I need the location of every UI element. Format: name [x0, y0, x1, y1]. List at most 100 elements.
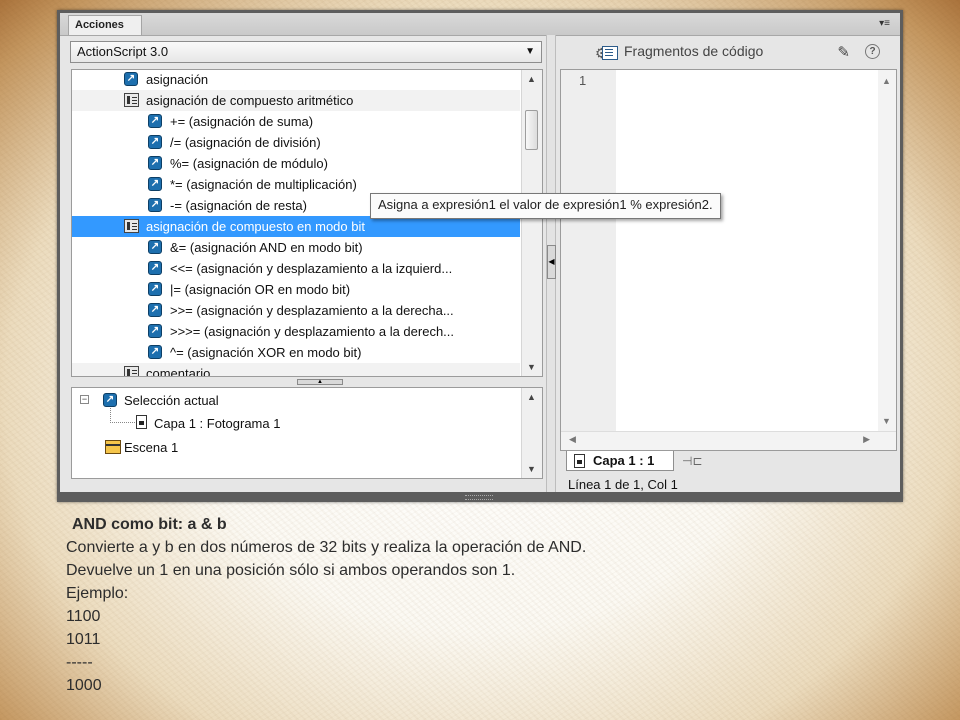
action-icon: ↗	[148, 303, 162, 317]
tree-item[interactable]: ↗ <<= (asignación y desplazamiento a la i…	[72, 258, 520, 279]
action-icon: ↗	[148, 177, 162, 191]
action-icon: ↗	[148, 198, 162, 212]
tree-item-label: comentario	[146, 366, 211, 377]
book-icon	[124, 366, 139, 376]
tree-item-label: >>>= (asignación y desplazamiento a la d…	[170, 324, 455, 339]
script-navigator: − ↗ Selección actual Capa 1 : Fotograma …	[71, 387, 543, 479]
tree-category[interactable]: asignación de compuesto en modo bit	[72, 216, 520, 237]
tooltip: Asigna a expresión1 el valor de expresió…	[370, 193, 721, 219]
tree-item-label: <<= (asignación y desplazamiento a la iz…	[170, 261, 453, 276]
tree-connector	[110, 408, 135, 423]
magic-wand-icon[interactable]: ✎	[837, 43, 850, 61]
line-number: 1	[579, 73, 587, 88]
actions-panel-window: Acciones ▾≡ ActionScript 3.0 ▼ ▲ ▼ ↗ asig…	[57, 10, 903, 502]
panel-resize-grip[interactable]	[57, 492, 903, 502]
scroll-left-icon[interactable]: ◀	[569, 434, 576, 445]
tree-item[interactable]: ↗ ^= (asignación XOR en modo bit)	[72, 342, 520, 363]
scene-item[interactable]: Escena 1	[124, 440, 178, 455]
tree-item-label: *= (asignación de multiplicación)	[170, 177, 357, 192]
splitter-grip[interactable]: ▲	[297, 379, 343, 385]
script-tab-capa1[interactable]: Capa 1 : 1	[566, 451, 674, 471]
code-snippets-button[interactable]: Fragmentos de código	[602, 43, 764, 60]
action-icon: ↗	[148, 156, 162, 170]
collapse-toolbox-button[interactable]: ◀	[547, 245, 556, 279]
action-icon: ↗	[103, 393, 117, 407]
tab-acciones[interactable]: Acciones	[68, 15, 142, 35]
language-select[interactable]: ActionScript 3.0 ▼	[70, 41, 542, 63]
actions-toolbox-tree: ▲ ▼ ↗ asignación asignación de compuesto a…	[71, 69, 543, 377]
editor-toolbar: ⚙ Fragmentos de código ✎ ?	[560, 39, 900, 65]
scroll-up-icon[interactable]: ▲	[527, 74, 536, 84]
language-select-value: ActionScript 3.0	[77, 44, 169, 59]
chevron-down-icon[interactable]: ▼	[525, 42, 535, 62]
slide-line: Devuelve un 1 en una posición sólo si am…	[66, 562, 516, 579]
pin-icon[interactable]: ⊣⊏	[682, 454, 703, 468]
tree-item[interactable]: ↗ asignación	[72, 70, 520, 90]
tree-category[interactable]: comentario	[72, 363, 520, 377]
help-icon[interactable]: ?	[865, 44, 880, 59]
action-icon: ↗	[148, 261, 162, 275]
panel-menu-icon[interactable]: ▾≡	[879, 18, 890, 29]
action-icon: ↗	[124, 72, 138, 86]
action-icon: ↗	[148, 345, 162, 359]
slide-line: 1011	[66, 631, 101, 648]
slide-line: Convierte a y b en dos números de 32 bit…	[66, 539, 587, 556]
action-icon: ↗	[148, 114, 162, 128]
scroll-thumb[interactable]	[525, 110, 538, 150]
tree-item-label: %= (asignación de módulo)	[170, 156, 328, 171]
tree-item-label: /= (asignación de división)	[170, 135, 321, 150]
tree-item[interactable]: ↗ %= (asignación de módulo)	[72, 153, 520, 174]
editor-vscrollbar[interactable]: ▲ ▼	[878, 70, 896, 432]
script-editor[interactable]: 1 ▲ ▼ ◀ ▶	[560, 69, 897, 451]
scroll-right-icon[interactable]: ▶	[863, 434, 870, 445]
scroll-up-icon[interactable]: ▲	[882, 76, 891, 86]
tree-item-label: asignación	[146, 72, 209, 87]
tree-item[interactable]: ↗ >>>= (asignación y desplazamiento a la …	[72, 321, 520, 342]
tree-item-label: asignación de compuesto aritmético	[146, 93, 354, 108]
book-icon	[124, 93, 139, 107]
slide-line: 1000	[66, 677, 102, 694]
tree-item[interactable]: ↗ /= (asignación de división)	[72, 132, 520, 153]
script-tabs: Capa 1 : 1 ⊣⊏	[560, 451, 897, 471]
tree-item-label: &= (asignación AND en modo bit)	[170, 240, 363, 255]
cursor-status: Línea 1 de 1, Col 1	[568, 477, 678, 492]
code-snippets-label: Fragmentos de código	[624, 43, 764, 59]
tree-splitter[interactable]: ▲	[71, 378, 543, 387]
tree-item-label: ^= (asignación XOR en modo bit)	[170, 345, 362, 360]
frame-item[interactable]: Capa 1 : Fotograma 1	[154, 416, 280, 431]
navigator-scrollbar[interactable]: ▲ ▼	[521, 388, 542, 478]
tree-item[interactable]: ↗ *= (asignación de multiplicación)	[72, 174, 520, 195]
tree-item[interactable]: ↗ >>= (asignación y desplazamiento a la d…	[72, 300, 520, 321]
action-icon: ↗	[148, 135, 162, 149]
slide-heading: AND como bit: a & b	[72, 516, 227, 533]
tree-item[interactable]: ↗ &= (asignación AND en modo bit)	[72, 237, 520, 258]
line-gutter: 1	[561, 70, 616, 450]
tree-item[interactable]: ↗ |= (asignación OR en modo bit)	[72, 279, 520, 300]
script-tab-label: Capa 1 : 1	[593, 453, 655, 468]
action-icon: ↗	[148, 324, 162, 338]
frame-icon	[136, 415, 147, 429]
slide-line: -----	[66, 654, 93, 671]
slide-line: Ejemplo:	[66, 585, 129, 602]
tree-item-label: |= (asignación OR en modo bit)	[170, 282, 351, 297]
action-icon: ↗	[148, 240, 162, 254]
tree-item[interactable]: ↗ += (asignación de suma)	[72, 111, 520, 132]
slide-line: 1100	[66, 608, 101, 625]
slide-text: AND como bit: a & b Convierte a y b en d…	[66, 513, 586, 697]
action-icon: ↗	[148, 282, 162, 296]
frame-icon	[574, 454, 585, 468]
current-selection-label[interactable]: Selección actual	[124, 393, 219, 408]
editor-hscrollbar[interactable]: ◀ ▶	[561, 431, 896, 450]
tree-item-label: >>= (asignación y desplazamiento a la de…	[170, 303, 454, 318]
scroll-down-icon[interactable]: ▼	[527, 464, 536, 474]
scene-icon	[105, 440, 121, 454]
tree-item-label: asignación de compuesto en modo bit	[146, 219, 365, 234]
scroll-down-icon[interactable]: ▼	[527, 362, 536, 372]
tree-category[interactable]: asignación de compuesto aritmético	[72, 90, 520, 111]
scroll-down-icon[interactable]: ▼	[882, 416, 891, 426]
collapse-icon[interactable]: −	[80, 395, 89, 404]
tree-scrollbar[interactable]: ▲ ▼	[521, 70, 542, 376]
snippets-icon	[602, 46, 618, 60]
tree-item-label: -= (asignación de resta)	[170, 198, 307, 213]
scroll-up-icon[interactable]: ▲	[527, 392, 536, 402]
